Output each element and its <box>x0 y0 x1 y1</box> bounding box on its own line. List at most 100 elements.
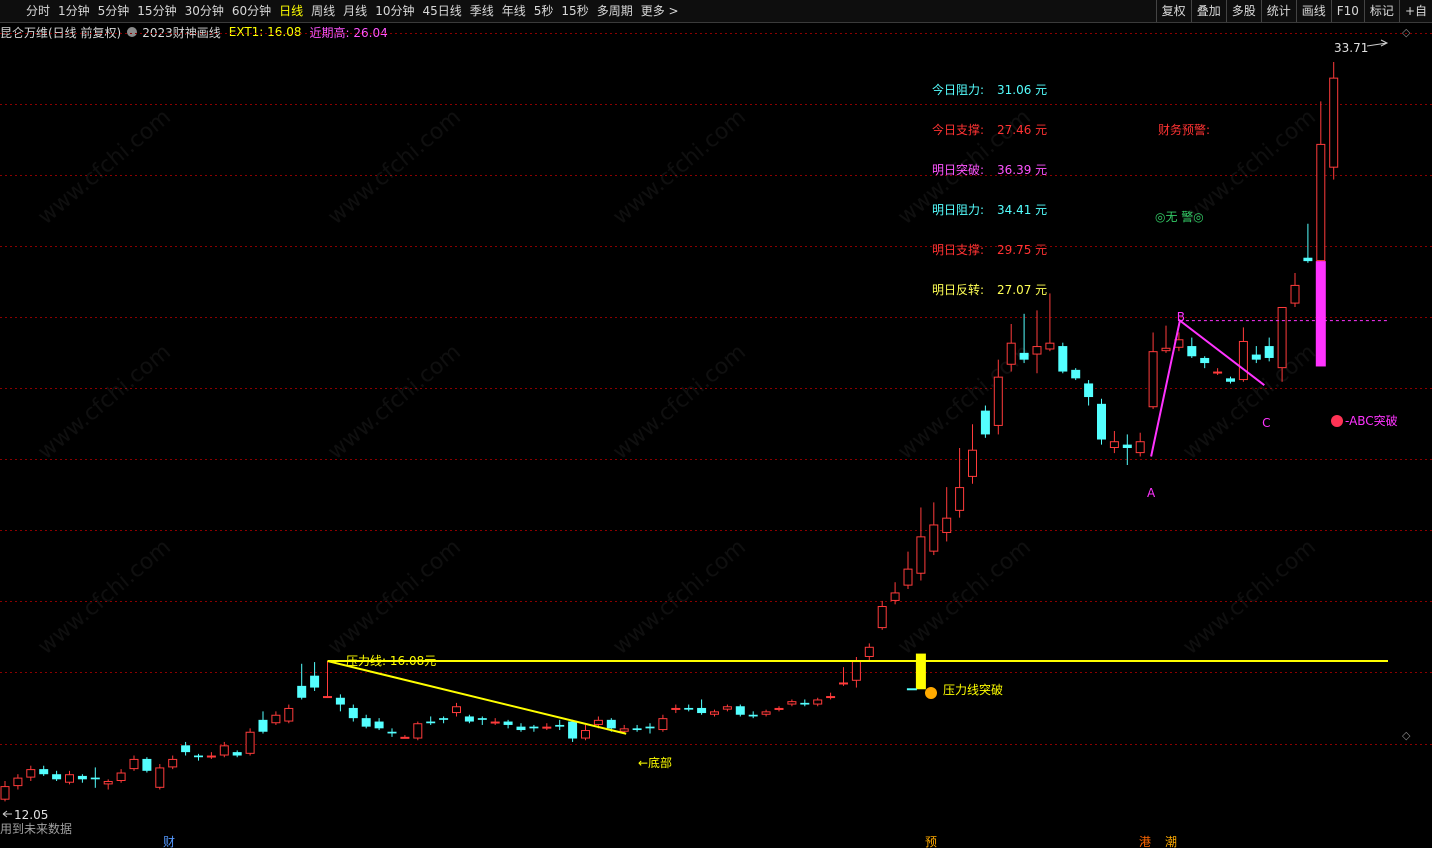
candle[interactable] <box>1032 310 1042 374</box>
candle[interactable] <box>271 711 281 725</box>
candle[interactable] <box>1109 431 1119 454</box>
candle[interactable] <box>1006 323 1016 372</box>
candle[interactable] <box>77 774 87 783</box>
candle[interactable] <box>1290 273 1300 307</box>
kline-chart[interactable]: www.cfchi.com www.cfchi.com www.cfchi.com w… <box>0 0 1432 848</box>
candle[interactable] <box>464 714 474 724</box>
candle[interactable] <box>387 728 397 737</box>
candle[interactable] <box>1251 346 1261 364</box>
candle[interactable] <box>1213 368 1223 375</box>
candle[interactable] <box>129 755 139 771</box>
candle[interactable] <box>0 781 10 802</box>
candle[interactable] <box>1071 368 1081 381</box>
candle[interactable] <box>774 706 784 712</box>
candle[interactable] <box>710 709 719 717</box>
candle[interactable] <box>748 711 758 719</box>
candle[interactable] <box>955 448 965 518</box>
candle[interactable] <box>1084 380 1094 406</box>
candle[interactable] <box>1303 223 1313 263</box>
candle[interactable] <box>258 711 268 734</box>
candle[interactable] <box>787 699 797 707</box>
candle[interactable] <box>516 723 526 732</box>
candle[interactable] <box>1187 337 1197 358</box>
candle[interactable] <box>903 551 913 590</box>
candle[interactable] <box>1161 325 1171 353</box>
candle[interactable] <box>864 643 874 661</box>
candle-body <box>542 726 552 729</box>
candle[interactable] <box>632 724 642 732</box>
candle[interactable] <box>426 716 436 725</box>
candle[interactable] <box>168 755 178 770</box>
candle[interactable] <box>194 753 203 761</box>
candle[interactable] <box>877 600 887 630</box>
candle[interactable] <box>968 424 977 484</box>
candle[interactable] <box>697 699 707 715</box>
candle[interactable] <box>90 767 100 788</box>
candle[interactable] <box>155 764 165 790</box>
candle[interactable] <box>568 719 578 742</box>
candle[interactable] <box>645 723 655 734</box>
candle[interactable] <box>39 765 49 776</box>
candle[interactable] <box>284 704 294 724</box>
candle[interactable] <box>323 661 332 699</box>
candle[interactable] <box>813 697 823 707</box>
candle[interactable] <box>839 667 848 686</box>
candle[interactable] <box>52 770 62 782</box>
candle[interactable] <box>826 692 836 700</box>
candle[interactable] <box>980 405 990 438</box>
candle[interactable] <box>890 582 900 605</box>
candle[interactable] <box>1097 398 1106 445</box>
candle[interactable] <box>361 714 371 729</box>
candle[interactable] <box>374 718 384 731</box>
candle-body <box>697 707 707 714</box>
candle[interactable] <box>116 769 126 783</box>
candle[interactable] <box>297 663 307 700</box>
candle[interactable] <box>452 702 461 717</box>
candle[interactable] <box>529 724 539 732</box>
candle[interactable] <box>1329 62 1339 180</box>
candle[interactable] <box>400 735 410 739</box>
candle[interactable] <box>722 704 732 712</box>
candle[interactable] <box>684 704 694 712</box>
candle[interactable] <box>1135 432 1145 457</box>
candle[interactable] <box>103 779 113 790</box>
candle[interactable] <box>1148 332 1158 409</box>
candle[interactable] <box>232 750 242 758</box>
candle-body <box>490 721 500 724</box>
candle[interactable] <box>581 724 590 741</box>
candle[interactable] <box>671 704 681 714</box>
candle[interactable] <box>348 704 358 722</box>
candle[interactable] <box>181 741 191 756</box>
candle[interactable] <box>335 694 345 712</box>
candle[interactable] <box>1264 337 1274 362</box>
pressure-line-label: 压力线: 16.08元 <box>346 654 436 668</box>
candle[interactable] <box>542 723 552 731</box>
candle[interactable] <box>439 716 449 724</box>
candle[interactable] <box>206 752 216 759</box>
candle[interactable] <box>503 719 513 729</box>
candle[interactable] <box>555 719 565 731</box>
candle[interactable] <box>1226 376 1235 384</box>
candle[interactable] <box>26 765 36 782</box>
candle[interactable] <box>142 757 152 773</box>
candle[interactable] <box>490 718 500 725</box>
candle[interactable] <box>413 721 423 741</box>
candle[interactable] <box>1019 313 1029 364</box>
candle[interactable] <box>1200 356 1210 369</box>
candle[interactable] <box>477 716 487 725</box>
candle[interactable] <box>13 774 23 790</box>
candle[interactable] <box>310 662 320 691</box>
candle[interactable] <box>761 709 771 717</box>
candle[interactable] <box>1238 327 1248 382</box>
candle[interactable] <box>245 728 255 756</box>
candle[interactable] <box>916 507 926 581</box>
candle[interactable] <box>929 502 939 556</box>
candle[interactable] <box>1045 293 1055 352</box>
candle[interactable] <box>942 487 952 542</box>
candle[interactable] <box>735 704 745 717</box>
candle[interactable] <box>1058 342 1068 374</box>
candle[interactable] <box>65 770 74 785</box>
candle[interactable] <box>800 699 810 707</box>
candle[interactable] <box>658 714 668 732</box>
candle[interactable] <box>1122 434 1132 465</box>
